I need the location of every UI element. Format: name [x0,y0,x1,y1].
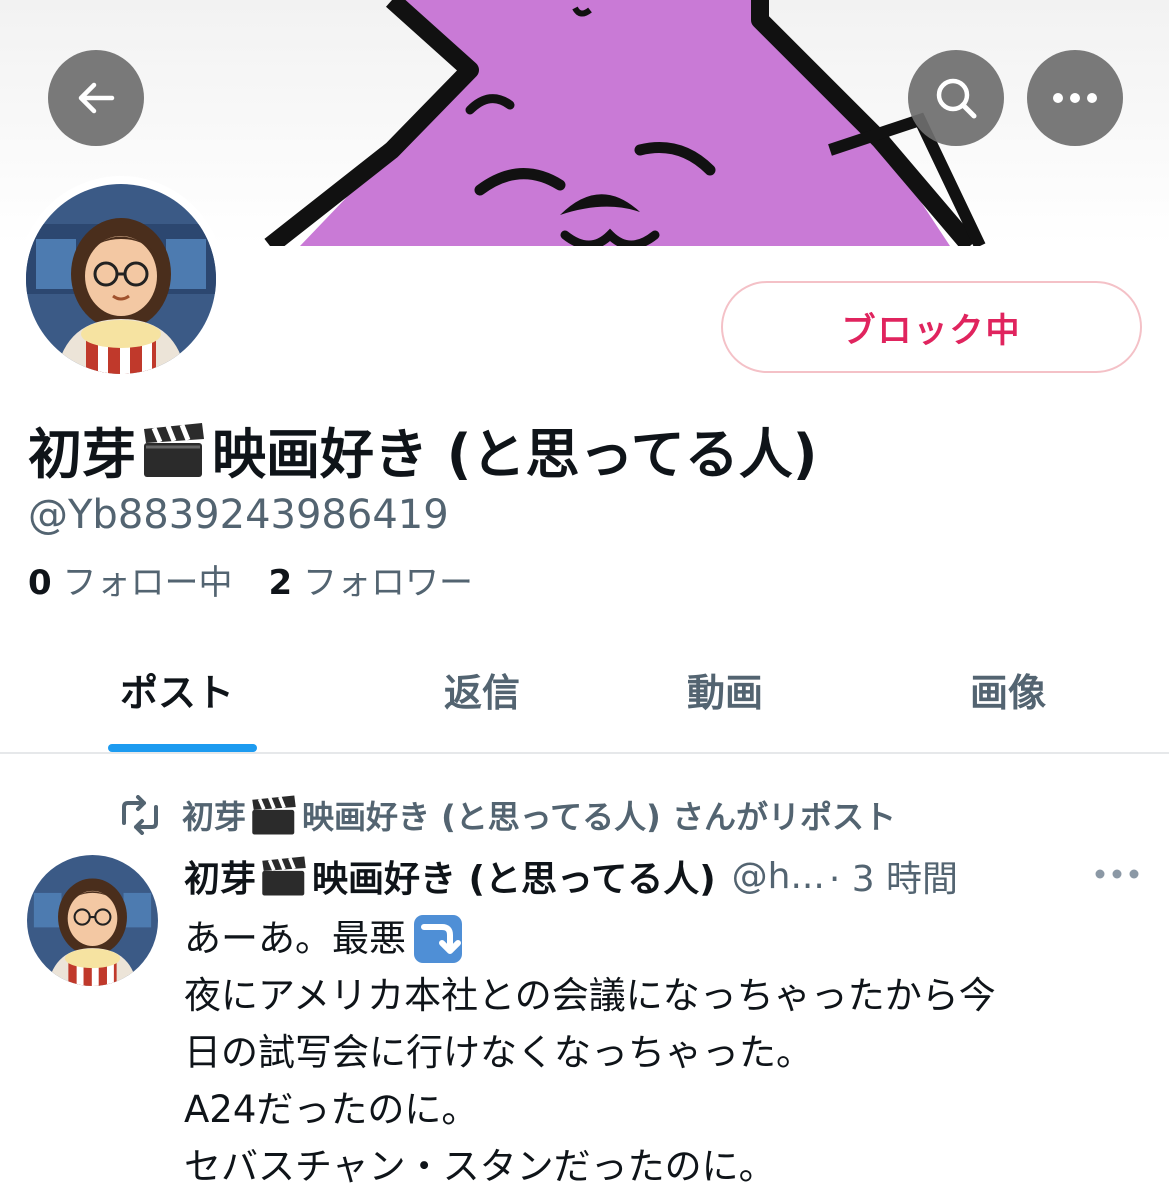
profile-display-name: 初芽 映画好き (と思ってる人) [28,410,817,489]
clapper-board-icon [262,856,306,896]
post-author-name[interactable]: 初芽 映画好き (と思ってる人) [184,850,716,902]
profile-handle: @Yb8839243986419 [28,492,449,538]
tab-videos[interactable]: 動画 [687,662,763,717]
blocked-button-label: ブロック中 [841,310,1022,351]
post-text: あーあ。最悪 夜にアメリカ本社との会議になっちゃったから今 日の試写会に行けなく… [184,910,996,1195]
tab-replies[interactable]: 返信 [444,662,520,717]
tab-posts[interactable]: ポスト [120,662,234,717]
post-line: あーあ。最悪 [184,910,996,967]
clapper-board-icon [252,795,296,835]
arrow-down-right-emoji-icon [414,914,462,963]
author-name-part2: 映画好き (と思ってる人) [312,859,716,900]
display-name-part2: 映画好き (と思ってる人) [212,423,818,486]
following-label: フォロー中 [62,563,233,603]
blocked-button[interactable]: ブロック中 [721,281,1142,373]
search-icon [936,78,977,119]
post-author-avatar[interactable] [27,855,158,986]
tab-images[interactable]: 画像 [970,662,1046,717]
profile-avatar[interactable] [18,176,224,382]
active-tab-indicator [108,744,257,752]
arrow-left-icon [78,82,115,114]
repost-name-part1: 初芽 [182,798,247,836]
post-timestamp[interactable]: · 3 時間 [829,850,958,902]
post-line: 日の試写会に行けなくなっちゃった。 [184,1031,813,1074]
avatar-image [26,184,216,374]
more-horizontal-icon [1053,93,1097,103]
repost-icon [122,795,158,835]
avatar-image [27,855,158,986]
post-line: A24だったのに。 [184,1088,479,1131]
followers-count: 2 [268,563,293,603]
clapper-board-icon [144,422,204,477]
following-count: 0 [28,563,52,603]
post-header: 初芽 映画好き (と思ってる人) @h... · 3 時間 [184,850,958,902]
followers-link[interactable]: 2 フォロワー [268,563,472,603]
post-author-handle[interactable]: @h... [732,856,825,897]
more-button[interactable] [1027,50,1123,146]
back-button[interactable] [48,50,144,146]
following-link[interactable]: 0 フォロー中 [28,563,232,603]
search-button[interactable] [908,50,1004,146]
repost-indicator[interactable]: 初芽 映画好き (と思ってる人) さんがリポスト [118,792,896,838]
display-name-part1: 初芽 [28,423,136,486]
repost-name-part2: 映画好き (と思ってる人) さんがリポスト [302,798,896,836]
author-name-part1: 初芽 [184,859,257,900]
post-more-icon[interactable] [1094,868,1140,880]
post-line: セバスチャン・スタンだったのに。 [184,1145,776,1188]
follow-stats: 0 フォロー中 2 フォロワー [28,555,473,604]
post-line-text: あーあ。最悪 [184,917,406,960]
post-line: 夜にアメリカ本社との会議になっちゃったから今 [184,974,996,1017]
profile-tabs: ポスト 返信 動画 画像 [0,640,1169,754]
followers-label: フォロワー [302,563,473,603]
